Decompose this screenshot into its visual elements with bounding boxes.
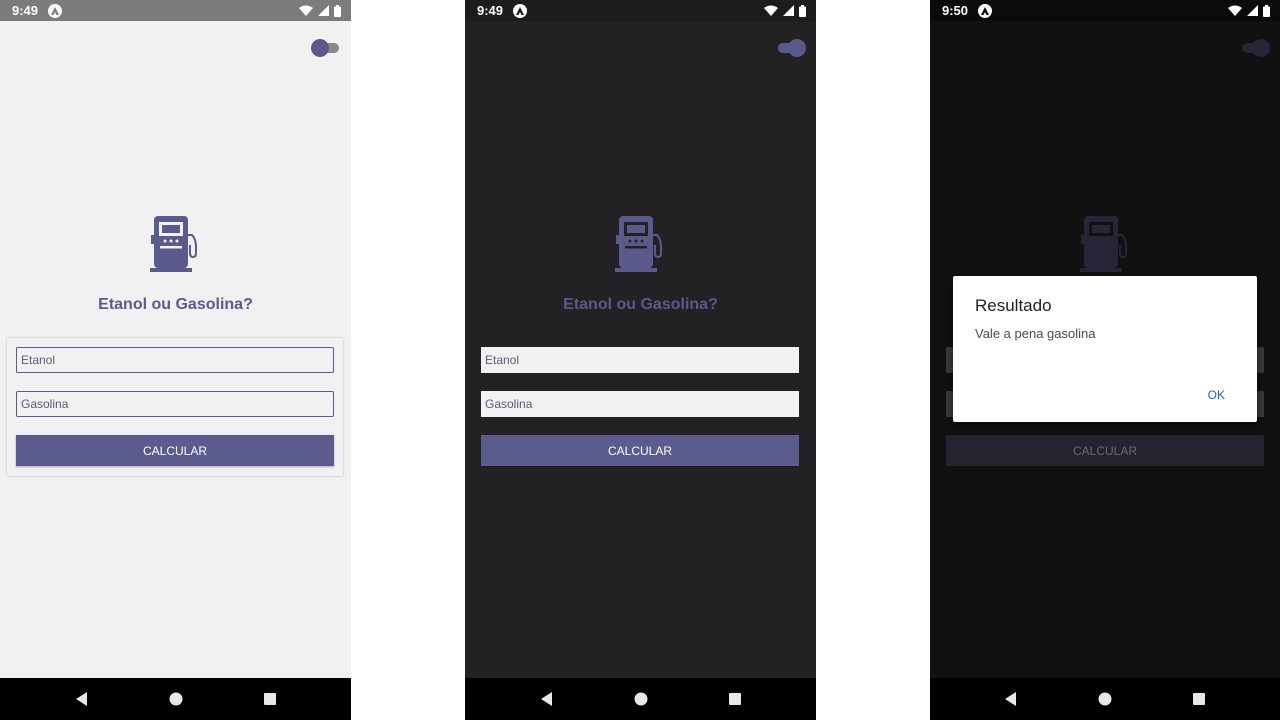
recents-icon[interactable]: [263, 692, 277, 706]
calculate-button: CALCULAR: [946, 435, 1264, 466]
signal-icon: [783, 5, 794, 16]
navigation-bar: [930, 678, 1280, 720]
app-notification-icon: [513, 3, 528, 18]
calculate-button[interactable]: CALCULAR: [16, 435, 334, 466]
status-bar: 9:50: [930, 0, 1280, 21]
theme-toggle[interactable]: [311, 38, 341, 58]
etanol-input[interactable]: Etanol: [481, 347, 799, 373]
form-card: Etanol Gasolina CALCULAR: [7, 338, 343, 476]
home-icon[interactable]: [1098, 692, 1112, 706]
dialog-title: Resultado: [975, 296, 1052, 315]
wifi-icon: [1228, 5, 1242, 16]
signal-icon: [318, 5, 329, 16]
toggle-thumb: [788, 39, 806, 57]
status-bar: 9:49: [465, 0, 816, 21]
navigation-bar: [0, 678, 351, 720]
fuel-pump-icon: [1080, 216, 1127, 272]
back-icon[interactable]: [75, 692, 89, 706]
home-icon[interactable]: [169, 692, 183, 706]
toggle-thumb: [1252, 39, 1270, 57]
status-time: 9:49: [12, 3, 39, 18]
form-card: Etanol Gasolina CALCULAR: [472, 338, 808, 476]
battery-icon: [334, 4, 341, 17]
phone-screen-light: 9:49 Etanol ou Gasolina? Etanol Gasolina…: [0, 0, 351, 720]
app-notification-icon: [978, 3, 993, 18]
status-bar: 9:49: [0, 0, 351, 21]
toggle-thumb: [311, 39, 329, 57]
status-time: 9:50: [942, 3, 969, 18]
fuel-pump-icon: [615, 216, 662, 272]
recents-icon[interactable]: [1192, 692, 1206, 706]
back-icon[interactable]: [1004, 692, 1018, 706]
result-dialog: Resultado Vale a pena gasolina OK: [953, 276, 1257, 422]
wifi-icon: [299, 5, 313, 16]
home-icon[interactable]: [634, 692, 648, 706]
back-icon[interactable]: [540, 692, 554, 706]
dialog-message: Vale a pena gasolina: [975, 326, 1096, 341]
battery-icon: [799, 4, 806, 17]
recents-icon[interactable]: [728, 692, 742, 706]
phone-screen-dialog: 9:50 Etanol Gasolina CALCULAR Resultado …: [930, 0, 1280, 720]
gasolina-input[interactable]: Gasolina: [16, 391, 334, 417]
calculate-button[interactable]: CALCULAR: [481, 435, 799, 466]
app-notification-icon: [48, 3, 63, 18]
etanol-input[interactable]: Etanol: [16, 347, 334, 373]
navigation-bar: [465, 678, 816, 720]
gasolina-input[interactable]: Gasolina: [481, 391, 799, 417]
app-title: Etanol ou Gasolina?: [98, 296, 253, 313]
dialog-ok-button[interactable]: OK: [1208, 388, 1225, 402]
battery-icon: [1263, 4, 1270, 17]
signal-icon: [1247, 5, 1258, 16]
theme-toggle[interactable]: [776, 38, 806, 58]
app-title: Etanol ou Gasolina?: [563, 296, 718, 313]
theme-toggle: [1240, 38, 1270, 58]
wifi-icon: [764, 5, 778, 16]
phone-screen-dark: 9:49 Etanol ou Gasolina? Etanol Gasolina…: [465, 0, 816, 720]
fuel-pump-icon: [150, 216, 197, 272]
status-time: 9:49: [477, 3, 504, 18]
